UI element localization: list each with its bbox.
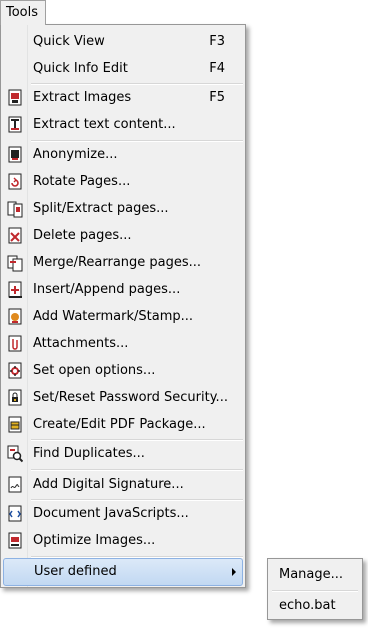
watermark-icon: [7, 308, 23, 326]
menu-item-label: User defined: [34, 564, 117, 579]
menu-item-label: Add Digital Signature...: [33, 477, 184, 492]
menu-item-user-defined[interactable]: User defined: [3, 558, 243, 586]
user-defined-submenu: Manage... echo.bat: [267, 558, 363, 620]
menu-item-label: Attachments...: [33, 336, 129, 351]
find-duplicates-icon: [7, 445, 24, 463]
menu-item-extract-images[interactable]: Extract Images F5: [3, 85, 243, 111]
menu-item-document-javascripts[interactable]: Document JavaScripts...: [3, 501, 243, 527]
submenu-item-manage[interactable]: Manage...: [270, 561, 360, 587]
extract-text-icon: [7, 116, 23, 134]
menu-item-label: Anonymize...: [33, 147, 118, 162]
menu-item-label: Quick View: [33, 34, 105, 49]
split-pages-icon: [7, 200, 23, 218]
menu-item-label: Create/Edit PDF Package...: [33, 417, 206, 432]
tools-dropdown-menu: Quick View F3 Quick Info Edit F4 Extract…: [0, 24, 246, 588]
menu-item-label: Find Duplicates...: [33, 446, 145, 461]
menu-item-add-watermark[interactable]: Add Watermark/Stamp...: [3, 304, 243, 330]
merge-pages-icon: [7, 254, 23, 272]
menu-item-split-pages[interactable]: Split/Extract pages...: [3, 196, 243, 222]
menu-item-find-duplicates[interactable]: Find Duplicates...: [3, 441, 243, 467]
menu-item-attachments[interactable]: Attachments...: [3, 331, 243, 357]
pdf-package-icon: [7, 416, 23, 434]
extract-images-icon: [7, 89, 23, 107]
menu-item-delete-pages[interactable]: Delete pages...: [3, 223, 243, 249]
menu-item-quick-info-edit[interactable]: Quick Info Edit F4: [3, 56, 243, 82]
menu-item-optimize-images[interactable]: Optimize Images...: [3, 528, 243, 554]
menu-item-digital-signature[interactable]: Add Digital Signature...: [3, 472, 243, 498]
digital-signature-icon: [7, 476, 23, 494]
menu-item-label: Insert/Append pages...: [33, 282, 181, 297]
menu-item-label: Extract Images: [33, 90, 132, 105]
submenu-arrow-icon: [232, 568, 236, 576]
tools-menu-title[interactable]: Tools: [0, 0, 46, 25]
menu-item-label: Extract text content...: [33, 117, 176, 132]
menu-item-shortcut: F5: [209, 90, 225, 105]
menu-item-set-open-options[interactable]: Set open options...: [3, 358, 243, 384]
menu-item-label: Merge/Rearrange pages...: [33, 255, 202, 270]
javascripts-icon: [7, 505, 23, 523]
submenu-item-echo-bat[interactable]: echo.bat: [270, 592, 360, 618]
menu-item-label: Document JavaScripts...: [33, 506, 189, 521]
menu-item-insert-pages[interactable]: Insert/Append pages...: [3, 277, 243, 303]
menu-item-merge-pages[interactable]: Merge/Rearrange pages...: [3, 250, 243, 276]
menu-item-password-security[interactable]: Set/Reset Password Security...: [3, 385, 243, 411]
menu-item-label: Rotate Pages...: [33, 174, 131, 189]
menu-item-rotate-pages[interactable]: Rotate Pages...: [3, 169, 243, 195]
menu-item-shortcut: F3: [209, 34, 225, 49]
menu-item-shortcut: F4: [209, 61, 225, 76]
submenu-item-label: echo.bat: [279, 598, 336, 613]
menu-item-extract-text[interactable]: Extract text content...: [3, 112, 243, 138]
menu-separator: [31, 469, 243, 471]
password-security-icon: [7, 389, 23, 407]
menu-item-anonymize[interactable]: Anonymize...: [3, 142, 243, 168]
menu-item-label: Optimize Images...: [33, 533, 156, 548]
submenu-item-label: Manage...: [279, 567, 344, 582]
menu-item-label: Add Watermark/Stamp...: [33, 309, 194, 324]
rotate-pages-icon: [7, 173, 23, 191]
attachments-icon: [7, 335, 23, 353]
open-options-icon: [7, 362, 23, 380]
delete-pages-icon: [7, 227, 23, 245]
anonymize-icon: [7, 146, 23, 164]
menu-item-quick-view[interactable]: Quick View F3: [3, 29, 243, 55]
insert-pages-icon: [7, 281, 23, 299]
menu-item-label: Delete pages...: [33, 228, 132, 243]
menu-item-pdf-package[interactable]: Create/Edit PDF Package...: [3, 412, 243, 438]
menu-item-label: Set/Reset Password Security...: [33, 390, 228, 405]
menu-item-label: Split/Extract pages...: [33, 201, 169, 216]
menu-item-label: Quick Info Edit: [33, 61, 128, 76]
optimize-images-icon: [7, 532, 23, 550]
menu-item-label: Set open options...: [33, 363, 156, 378]
